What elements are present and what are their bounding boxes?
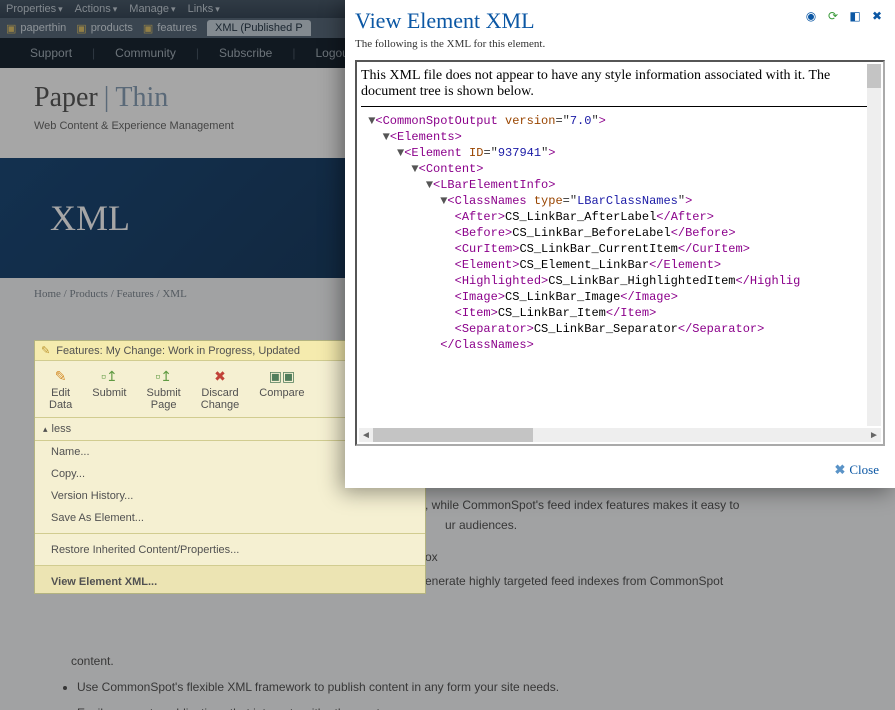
chevron-up-icon: ▴: [43, 424, 48, 434]
context-header-text: Features: My Change: Work in Progress, U…: [56, 345, 300, 357]
close-icon[interactable]: ✖: [869, 8, 885, 24]
tb-edit-data[interactable]: ✎EditData: [39, 367, 82, 411]
ctx-view-element-xml[interactable]: View Element XML...: [35, 565, 425, 593]
cross-icon: ✖: [201, 367, 240, 385]
tb-submit[interactable]: ▫↥Submit: [82, 367, 136, 411]
ctx-save-as-element[interactable]: Save As Element...: [35, 507, 425, 529]
ctx-restore-inherited[interactable]: Restore Inherited Content/Properties...: [35, 533, 425, 561]
tb-compare[interactable]: ▣▣Compare: [249, 367, 314, 411]
refresh-icon[interactable]: ⟳: [825, 8, 841, 24]
scroll-left-icon[interactable]: ◄: [359, 430, 373, 441]
tb-submit-page[interactable]: ▫↥SubmitPage: [137, 367, 191, 411]
close-x-icon: ✖: [834, 462, 845, 478]
view-element-xml-dialog: View Element XML ◉ ⟳ ◧ ✖ The following i…: [345, 0, 895, 488]
edit-icon: ✎: [41, 344, 50, 357]
page-submit-icon: ▫↥: [92, 367, 126, 385]
pencil-icon: ✎: [49, 367, 72, 385]
xml-style-warning: This XML file does not appear to have an…: [361, 66, 879, 107]
dialog-subtitle: The following is the XML for this elemen…: [355, 38, 885, 50]
dialog-title: View Element XML: [355, 8, 803, 34]
horizontal-scrollbar[interactable]: ◄ ►: [359, 428, 881, 442]
popout-icon[interactable]: ◧: [847, 8, 863, 24]
page-submit-icon: ▫↥: [147, 367, 181, 385]
compare-icon: ▣▣: [259, 367, 304, 385]
ctx-version-history[interactable]: Version History...: [35, 485, 425, 507]
xml-viewer: This XML file does not appear to have an…: [355, 60, 885, 446]
scroll-right-icon[interactable]: ►: [867, 430, 881, 441]
vertical-scrollbar[interactable]: [867, 64, 881, 426]
tb-discard[interactable]: ✖DiscardChange: [191, 367, 250, 411]
close-button[interactable]: ✖ Close: [834, 462, 879, 478]
help-icon[interactable]: ◉: [803, 8, 819, 24]
